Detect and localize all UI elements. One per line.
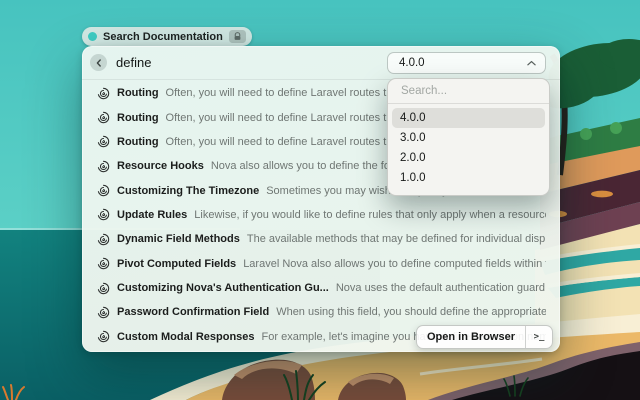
result-title: Custom Modal Responses <box>117 331 255 343</box>
extension-badge[interactable]: Search Documentation <box>82 27 252 46</box>
spiral-icon <box>97 135 110 148</box>
spiral-icon <box>97 184 110 197</box>
dropdown-option[interactable]: 3.0.0 <box>392 128 545 148</box>
bush <box>610 122 622 134</box>
spiral-icon <box>97 330 110 343</box>
result-title: Resource Hooks <box>117 160 204 172</box>
dropdown-option[interactable]: 2.0.0 <box>392 148 545 168</box>
result-title: Dynamic Field Methods <box>117 233 240 245</box>
chevron-up-icon <box>527 60 536 66</box>
result-row[interactable]: Pivot Computed Fields Laravel Nova also … <box>82 252 560 276</box>
back-button[interactable] <box>90 54 107 71</box>
result-title: Password Confirmation Field <box>117 306 269 318</box>
result-description: When using this field, you should define… <box>276 306 546 318</box>
search-header: define 4.0.0 <box>82 46 560 80</box>
result-title: Update Rules <box>117 209 187 221</box>
extension-title: Search Documentation <box>103 31 223 43</box>
result-title: Routing <box>117 136 159 148</box>
result-description: Nova uses the default authentication gua… <box>336 282 546 294</box>
version-selected-value: 4.0.0 <box>399 57 425 69</box>
spiral-icon <box>97 257 110 270</box>
bush <box>580 128 592 140</box>
result-description: The available methods that may be define… <box>247 233 546 245</box>
spiral-icon <box>97 233 110 246</box>
footer-actions: Open in Browser >_ <box>416 325 553 349</box>
dropdown-search-input[interactable] <box>399 84 538 98</box>
result-row[interactable]: Password Confirmation Field When using t… <box>82 300 560 324</box>
spiral-icon <box>97 111 110 124</box>
dropdown-options: 4.0.0 3.0.0 2.0.0 1.0.0 <box>388 104 549 192</box>
result-title: Customizing The Timezone <box>117 185 259 197</box>
result-row[interactable]: Dynamic Field Methods The available meth… <box>82 227 560 251</box>
terminal-prompt-icon[interactable]: >_ <box>525 326 552 348</box>
version-dropdown: 4.0.0 3.0.0 2.0.0 1.0.0 <box>387 78 550 196</box>
spiral-icon <box>97 87 110 100</box>
version-select-button[interactable]: 4.0.0 <box>387 52 546 74</box>
search-input[interactable]: define <box>116 55 151 70</box>
spiral-icon <box>97 208 110 221</box>
result-title: Routing <box>117 87 159 99</box>
dropdown-option[interactable]: 4.0.0 <box>392 108 545 128</box>
result-description: Laravel Nova also allows you to define c… <box>243 258 546 270</box>
spiral-icon <box>97 160 110 173</box>
dropdown-option[interactable]: 1.0.0 <box>392 168 545 188</box>
result-row[interactable]: Update Rules Likewise, if you would like… <box>82 203 560 227</box>
desktop: Search Documentation define 4.0.0 <box>0 0 640 400</box>
spiral-icon <box>97 306 110 319</box>
cliff-shrub <box>591 191 613 198</box>
dropdown-search-row <box>388 79 549 104</box>
extension-dot-icon <box>88 32 97 41</box>
open-in-browser-button[interactable]: Open in Browser <box>417 326 525 348</box>
result-row[interactable]: Customizing Nova's Authentication Gu... … <box>82 276 560 300</box>
result-title: Customizing Nova's Authentication Gu... <box>117 282 329 294</box>
result-title: Routing <box>117 112 159 124</box>
lock-icon <box>229 30 246 43</box>
result-description: Likewise, if you would like to define ru… <box>194 209 546 221</box>
result-title: Pivot Computed Fields <box>117 258 236 270</box>
search-panel: define 4.0.0 Routing Often, you will nee… <box>82 46 560 352</box>
spiral-icon <box>97 282 110 295</box>
